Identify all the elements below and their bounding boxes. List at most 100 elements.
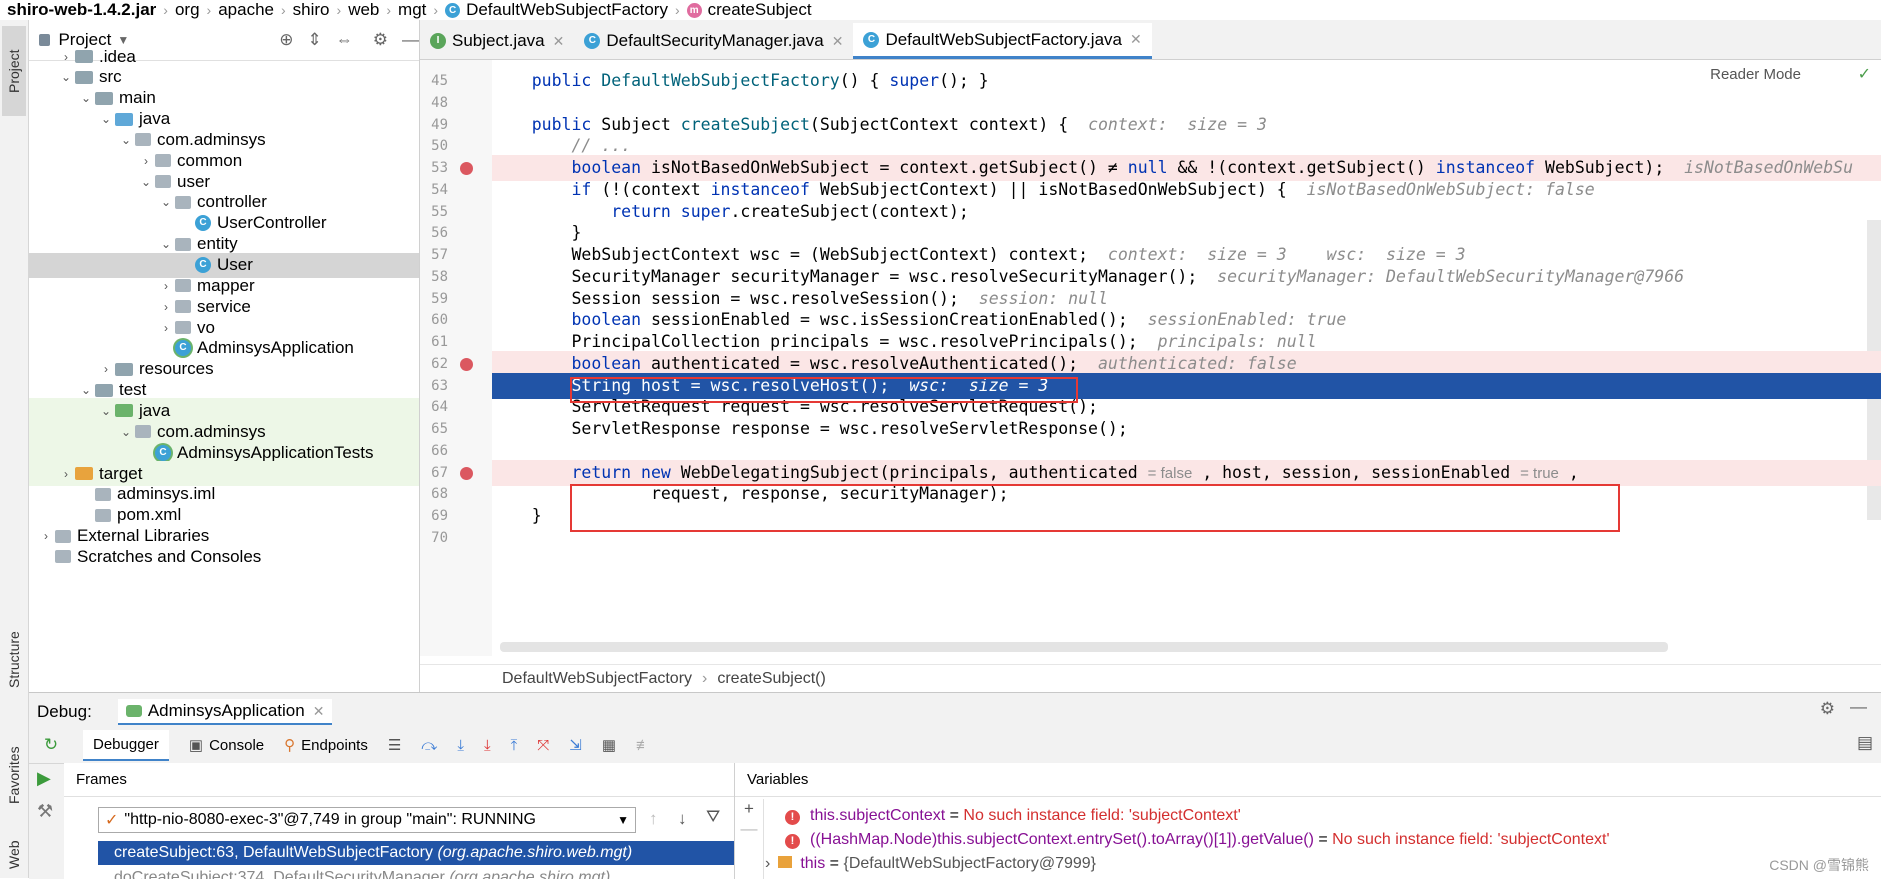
class-icon: C <box>195 257 211 273</box>
tree-item-label: vo <box>197 317 215 337</box>
breadcrumb-mgt[interactable]: mgt <box>391 0 433 20</box>
tab-endpoints[interactable]: ⚲ Endpoints <box>284 736 368 755</box>
breadcrumb-web[interactable]: web <box>341 0 386 20</box>
crumb-method[interactable]: createSubject() <box>717 670 826 688</box>
close-icon[interactable]: ✕ <box>553 33 565 50</box>
crumb-class[interactable]: DefaultWebSubjectFactory <box>502 670 692 688</box>
run-to-cursor-icon[interactable]: ⇲ <box>569 736 582 754</box>
chevron-down-icon[interactable]: ⌄ <box>137 175 155 189</box>
scratches-icon <box>55 550 71 564</box>
tab-defaultsecuritymanager-java[interactable]: C DefaultSecurityManager.java ✕ <box>574 23 853 59</box>
tree-item-label: External Libraries <box>77 526 210 546</box>
debugger-toolbar: ↻ Debugger ▣ Console ⚲ Endpoints ☰ ⤼ ⤓ ⤓ ⤒… <box>29 727 1881 764</box>
line-number: 60 <box>431 312 448 329</box>
chevron-down-icon[interactable]: ⌄ <box>57 70 75 84</box>
breadcrumb-shiro[interactable]: shiro <box>286 0 337 20</box>
chevron-right-icon[interactable]: › <box>57 467 75 481</box>
chevron-down-icon[interactable]: ⌄ <box>77 383 95 397</box>
chevron-down-icon[interactable]: ▼ <box>617 813 629 827</box>
chevron-down-icon[interactable]: ⌄ <box>157 237 175 251</box>
tab-debugger[interactable]: Debugger <box>83 729 169 761</box>
project-tool-tab[interactable]: Project <box>2 26 26 116</box>
chevron-right-icon[interactable]: › <box>137 154 155 168</box>
force-step-into-icon[interactable]: ⤓ <box>484 737 491 754</box>
editor-gutter[interactable]: 45 48 49 50 53 54 55 56 57 58 59 60 61 62 63 64 65 66 67 68… <box>420 60 492 656</box>
tree-item-label: entity <box>197 234 238 254</box>
variable-row[interactable]: › this = {DefaultWebSubjectFactory@7999} <box>765 855 1096 873</box>
drop-frame-icon[interactable]: ⤧ <box>537 737 549 754</box>
step-over-icon[interactable]: ⤼ <box>421 737 437 754</box>
chevron-down-icon[interactable]: ⌄ <box>97 404 115 418</box>
trace-icon[interactable]: ≢ <box>636 737 651 754</box>
chevron-right-icon[interactable]: › <box>157 279 175 293</box>
evaluate-icon[interactable]: ▦ <box>602 736 616 754</box>
package-icon <box>175 195 191 209</box>
variable-row[interactable]: ! this.subjectContext = No such instance … <box>785 807 1241 825</box>
tab-console[interactable]: ▣ Console <box>189 736 264 755</box>
variables-title: Variables <box>735 763 1881 797</box>
breakpoint-icon[interactable] <box>460 357 473 371</box>
horizontal-scrollbar[interactable] <box>500 642 1668 652</box>
step-into-icon[interactable]: ⤓ <box>457 737 464 754</box>
chevron-down-icon[interactable]: ⌄ <box>97 112 115 126</box>
tree-item-label: user <box>177 171 211 191</box>
add-watch-icon[interactable]: + — <box>735 799 764 879</box>
debug-panel: Debug: AdminsysApplication ✕ ⚙ — ↻ Debug… <box>29 692 1881 879</box>
chevron-right-icon[interactable]: › <box>97 362 115 376</box>
breakpoint-icon[interactable] <box>460 162 473 175</box>
tree-item-label: Scratches and Consoles <box>77 546 262 566</box>
up-arrow-icon[interactable]: ↑ <box>649 809 658 829</box>
folder-icon <box>75 70 93 84</box>
editor-breadcrumb: DefaultWebSubjectFactory › createSubject… <box>420 664 1881 693</box>
tree-item[interactable]: Scratches and Consoles <box>29 544 419 569</box>
highlight-box <box>570 484 1620 532</box>
wrench-icon[interactable]: ⚒ <box>37 801 53 822</box>
down-arrow-icon[interactable]: ↓ <box>678 809 687 829</box>
chevron-down-icon[interactable]: ⌄ <box>157 195 175 209</box>
filter-icon[interactable]: ⛛ <box>706 807 720 827</box>
close-icon[interactable]: ✕ <box>832 33 844 50</box>
chevron-right-icon[interactable]: › <box>57 50 75 64</box>
maven-icon <box>95 508 111 522</box>
tree-item-label: com.adminsys <box>157 129 266 149</box>
error-icon: ! <box>785 834 800 849</box>
chevron-right-icon[interactable]: › <box>157 321 175 335</box>
rerun-icon[interactable]: ↻ <box>29 735 73 755</box>
frame-row-selected[interactable]: createSubject:63, DefaultWebSubjectFacto… <box>98 841 734 865</box>
class-icon: C <box>175 340 191 357</box>
chevron-right-icon[interactable]: › <box>157 300 175 314</box>
chevron-down-icon[interactable]: ⌄ <box>77 91 95 105</box>
breadcrumb-jar[interactable]: shiro-web-1.4.2.jar <box>0 0 163 20</box>
gear-icon[interactable]: ⚙ <box>1820 699 1835 719</box>
breakpoint-icon[interactable] <box>460 466 473 480</box>
test-folder-icon <box>115 404 133 418</box>
line-number: 65 <box>431 421 448 437</box>
error-icon: ! <box>785 810 800 825</box>
close-icon[interactable]: ✕ <box>1130 31 1142 48</box>
favorites-tool-tab[interactable]: Favorites <box>2 735 26 815</box>
tab-defaultwebsubjectfactory-java[interactable]: C DefaultWebSubjectFactory.java ✕ <box>853 23 1152 59</box>
menu-icon[interactable]: ☰ <box>388 736 401 754</box>
step-out-icon[interactable]: ⤒ <box>511 737 518 754</box>
thread-selector[interactable]: ✓ "http-nio-8080-exec-3"@7,749 in group … <box>98 807 636 833</box>
frame-row[interactable]: doCreateSubject:374, DefaultSecurityMana… <box>98 867 734 879</box>
chevron-right-icon[interactable]: › <box>765 855 770 872</box>
close-icon[interactable]: ✕ <box>313 703 325 720</box>
line-number: 48 <box>431 94 448 111</box>
chevron-right-icon[interactable]: › <box>37 529 55 543</box>
breadcrumb-org[interactable]: org <box>168 0 207 20</box>
resume-icon[interactable]: ▶ <box>37 768 51 789</box>
layout-icon[interactable]: ▤ <box>1857 733 1873 753</box>
breadcrumb-apache[interactable]: apache <box>211 0 281 20</box>
code-editor[interactable]: Reader Mode ✓ public DefaultWebSubjectFa… <box>492 60 1881 656</box>
chevron-down-icon[interactable]: ⌄ <box>117 425 135 439</box>
structure-tool-tab[interactable]: Structure <box>2 610 26 710</box>
chevron-down-icon[interactable]: ⌄ <box>117 133 135 147</box>
breadcrumb-class[interactable]: C DefaultWebSubjectFactory <box>438 0 675 20</box>
web-tool-tab[interactable]: Web <box>2 830 26 880</box>
debug-config-tab[interactable]: AdminsysApplication ✕ <box>117 699 333 725</box>
minimize-icon[interactable]: — <box>1850 697 1867 717</box>
tab-subject-java[interactable]: I Subject.java ✕ <box>420 23 574 59</box>
breadcrumb-method[interactable]: m createSubject <box>680 0 819 20</box>
variable-row[interactable]: ! ((HashMap.Node)this.subjectContext.entr… <box>785 831 1610 849</box>
